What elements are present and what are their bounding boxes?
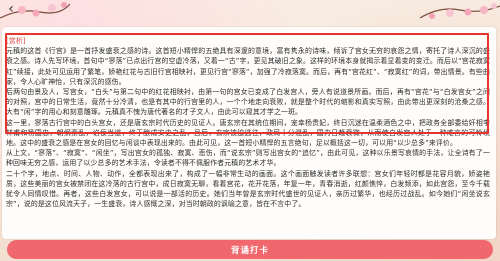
section-heading: [赏析] xyxy=(6,37,26,45)
paragraph-5: 二十个字，地点、时间、人物、动作，全都表现出来了，构成了一幅非常生动的画面。这个… xyxy=(6,169,490,209)
scroll-fade xyxy=(2,227,496,239)
paragraph-3: 这一里，寥落古行宫中的白头宫女，还是唐玄宗时代历史的见证人。唐玄宗在其统位期间，… xyxy=(6,118,490,148)
paragraph-2: 后两句由景及人，写宫女，“白头”与第二句中的红花相映衬，由第一句的宫女已变成了白… xyxy=(6,88,490,117)
recite-checkin-button[interactable]: 背诵打卡 xyxy=(7,240,493,259)
paragraph-4: 从上文，“寥落”、“寂寞”、“闲坐”，写出宫女的孤独、寂寞、悲伤，而“说玄宗”则… xyxy=(6,149,490,168)
appreciation-text: [赏析] 元稹的这首《行宫》是一首抒发盛衰之感的诗。这首短小精悍的五绝具有深邃的… xyxy=(6,36,490,209)
back-arrow-icon[interactable]: ‹ xyxy=(3,1,19,17)
paragraph-1: 元稹的这首《行宫》是一首抒发盛衰之感的诗。这首短小精悍的五绝具有深邃的意境，富有… xyxy=(6,47,490,86)
appreciation-card: [赏析] 元稹的这首《行宫》是一首抒发盛衰之感的诗。这首短小精悍的五绝具有深邃的… xyxy=(2,27,496,239)
